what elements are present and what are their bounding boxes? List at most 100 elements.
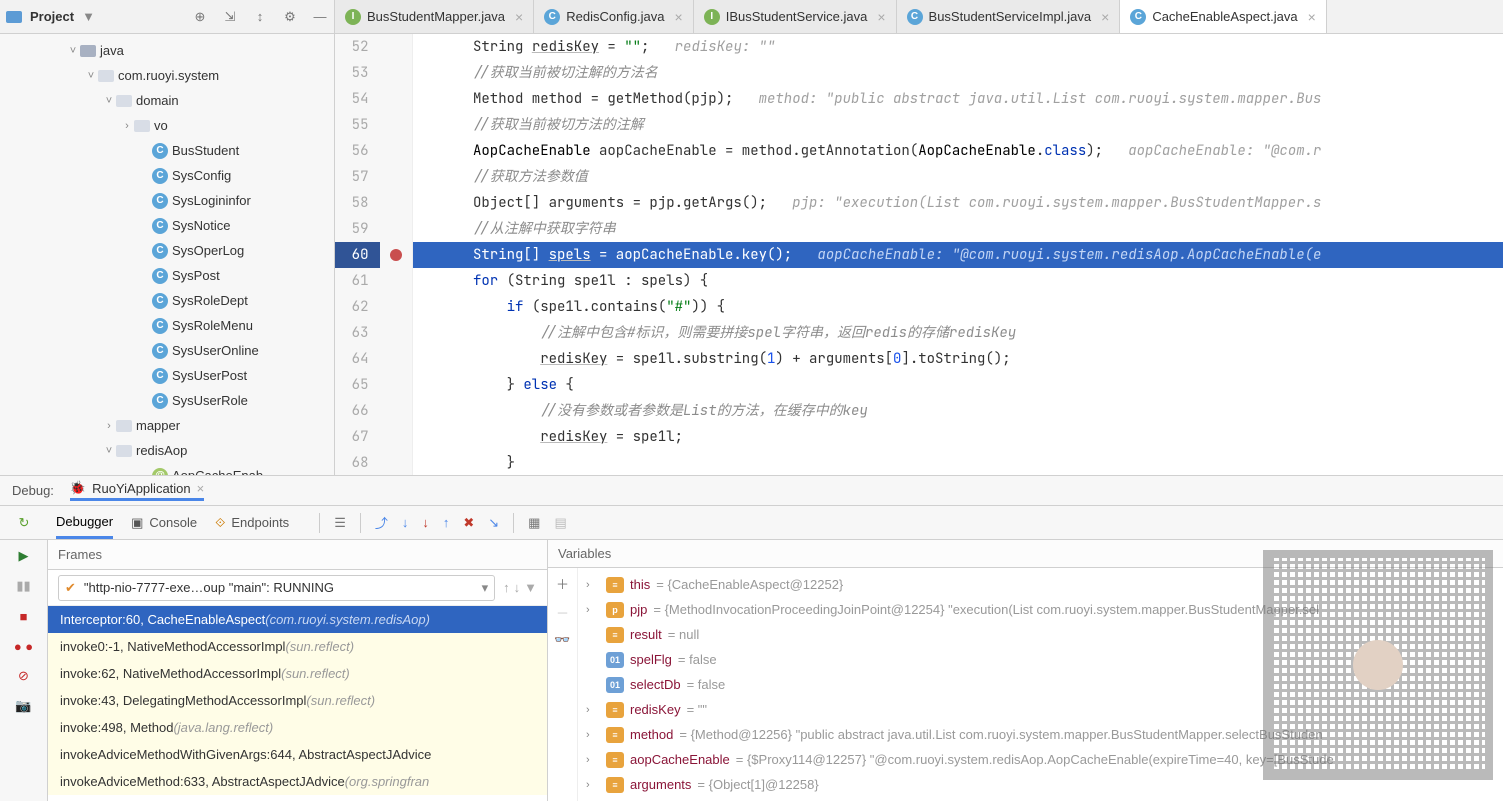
tree-item[interactable]: CSysRoleDept <box>0 288 334 313</box>
tree-item[interactable]: CSysUserRole <box>0 388 334 413</box>
code-line[interactable]: //获取当前被切注解的方法名 <box>413 60 1503 86</box>
close-icon[interactable]: × <box>197 481 205 496</box>
code-line[interactable]: redisKey = spe1l; <box>413 424 1503 450</box>
close-icon[interactable]: × <box>515 9 523 25</box>
tab-debugger[interactable]: Debugger <box>56 506 113 539</box>
code-line[interactable]: redisKey = spe1l.substring(1) + argument… <box>413 346 1503 372</box>
code-line[interactable]: //获取当前被切方法的注解 <box>413 112 1503 138</box>
editor-tab[interactable]: CBusStudentServiceImpl.java× <box>897 0 1121 33</box>
editor-tab[interactable]: IIBusStudentService.java× <box>694 0 897 33</box>
frame-row[interactable]: invoke:43, DelegatingMethodAccessorImpl … <box>48 687 547 714</box>
code-line[interactable]: AopCacheEnable aopCacheEnable = method.g… <box>413 138 1503 164</box>
code-line[interactable]: String redisKey = ""; redisKey: "" <box>413 34 1503 60</box>
tree-item[interactable]: ›mapper <box>0 413 334 438</box>
tree-item[interactable]: CSysUserOnline <box>0 338 334 363</box>
threads-icon[interactable]: ☰ <box>334 515 346 531</box>
project-tree[interactable]: ˅java˅com.ruoyi.system˅domain›voCBusStud… <box>0 34 334 475</box>
tree-item[interactable]: ›vo <box>0 113 334 138</box>
rerun-icon[interactable]: ↻ <box>0 506 48 540</box>
code-line[interactable]: //获取方法参数值 <box>413 164 1503 190</box>
glasses-icon[interactable]: 👓 <box>554 632 570 648</box>
tree-item[interactable]: @AopCacheEnab <box>0 463 334 475</box>
close-icon[interactable]: × <box>1101 9 1109 25</box>
frame-row[interactable]: Interceptor:60, CacheEnableAspect (com.r… <box>48 606 547 633</box>
code-line[interactable]: for (String spe1l : spels) { <box>413 268 1503 294</box>
breakpoints-icon[interactable]: ● ● <box>14 636 34 656</box>
editor-tab[interactable]: C RedisConfig.java × <box>534 0 693 33</box>
debug-tabs-row: ↻ Debugger ▣ Console ⟐ Endpoints ☰ <box>0 506 1503 540</box>
stop-icon[interactable]: ■ <box>14 606 34 626</box>
frame-row[interactable]: invoke:498, Method (java.lang.reflect) <box>48 714 547 741</box>
tree-label: SysUserOnline <box>172 343 259 358</box>
evaluate-icon[interactable]: ▦ <box>528 515 540 531</box>
collapse-icon[interactable]: ↕ <box>252 9 268 25</box>
tree-item[interactable]: ˅redisAop <box>0 438 334 463</box>
code-line[interactable]: //没有参数或者参数是List的方法，在缓存中的key <box>413 398 1503 424</box>
next-frame-icon[interactable]: ↓ <box>514 580 521 595</box>
tree-item[interactable]: CSysUserPost <box>0 363 334 388</box>
project-title[interactable]: Project <box>30 9 74 24</box>
code-line[interactable]: //注解中包含#标识，则需要拼接spel字符串，返回redis的存储redisK… <box>413 320 1503 346</box>
drop-frame-icon[interactable]: ✖ <box>463 515 474 531</box>
code-line[interactable]: } else { <box>413 372 1503 398</box>
class-icon: C <box>152 393 168 409</box>
tree-item[interactable]: CSysPost <box>0 263 334 288</box>
tree-item[interactable]: CSysRoleMenu <box>0 313 334 338</box>
pause-icon[interactable]: ▮▮ <box>14 576 34 596</box>
remove-watch-icon[interactable]: － <box>556 603 569 622</box>
tree-item[interactable]: CSysNotice <box>0 213 334 238</box>
close-icon[interactable]: × <box>675 9 683 25</box>
tree-item[interactable]: ˅java <box>0 38 334 63</box>
frame-row[interactable]: invoke:62, NativeMethodAccessorImpl (sun… <box>48 660 547 687</box>
locate-icon[interactable]: ⊕ <box>192 9 208 25</box>
run-to-cursor-icon[interactable]: ↘ <box>488 515 499 531</box>
chevron-down-icon[interactable]: ▼ <box>82 9 95 24</box>
code-line[interactable]: } <box>413 450 1503 475</box>
editor-tab[interactable]: CCacheEnableAspect.java× <box>1120 0 1326 33</box>
tab-label: RedisConfig.java <box>566 9 664 24</box>
tree-item[interactable]: CSysOperLog <box>0 238 334 263</box>
code-line[interactable]: if (spe1l.contains("#")) { <box>413 294 1503 320</box>
camera-icon[interactable]: 📷 <box>14 696 34 716</box>
code[interactable]: String redisKey = ""; redisKey: ""//获取当前… <box>413 34 1503 475</box>
expand-icon[interactable]: ⇲ <box>222 9 238 25</box>
add-watch-icon[interactable]: ＋ <box>556 574 569 593</box>
step-into-icon[interactable]: ↓ <box>402 515 409 530</box>
frame-row[interactable]: invoke0:-1, NativeMethodAccessorImpl (su… <box>48 633 547 660</box>
tree-item[interactable]: ˅com.ruoyi.system <box>0 63 334 88</box>
close-icon[interactable]: × <box>1308 9 1316 25</box>
filter-icon[interactable]: ▼ <box>524 580 537 595</box>
gutter[interactable]: 5253545556575859606162636465666768 <box>335 34 413 475</box>
tree-item[interactable]: CSysLogininfor <box>0 188 334 213</box>
class-icon: C <box>544 9 560 25</box>
trace-icon[interactable]: ▤ <box>554 515 566 531</box>
run-config[interactable]: 🐞 RuoYiApplication × <box>70 480 204 501</box>
prev-frame-icon[interactable]: ↑ <box>503 580 510 595</box>
thread-dropdown[interactable]: ✔ "http-nio-7777-exe…oup "main": RUNNING… <box>58 575 495 601</box>
resume-icon[interactable]: ▶ <box>14 546 34 566</box>
code-line[interactable]: Object[] arguments = pjp.getArgs(); pjp:… <box>413 190 1503 216</box>
editor-tab[interactable]: IBusStudentMapper.java× <box>335 0 534 33</box>
mute-bp-icon[interactable]: ⊘ <box>14 666 34 686</box>
tree-item[interactable]: CSysConfig <box>0 163 334 188</box>
code-line[interactable]: Method method = getMethod(pjp); method: … <box>413 86 1503 112</box>
frame-row[interactable]: invokeAdviceMethodWithGivenArgs:644, Abs… <box>48 741 547 768</box>
force-step-into-icon[interactable]: ↓ <box>422 515 429 530</box>
code-line[interactable]: //从注解中获取字符串 <box>413 216 1503 242</box>
hide-icon[interactable]: — <box>312 9 328 25</box>
tree-item[interactable]: ˅domain <box>0 88 334 113</box>
editor[interactable]: 5253545556575859606162636465666768 Strin… <box>335 34 1503 475</box>
code-line[interactable]: String[] spels = aopCacheEnable.key(); a… <box>413 242 1503 268</box>
step-over-icon[interactable]: ⤴ <box>375 513 388 532</box>
tree-label: SysPost <box>172 268 220 283</box>
tab-console[interactable]: ▣ Console <box>131 506 197 539</box>
step-out-icon[interactable]: ↑ <box>443 515 450 530</box>
frames-list[interactable]: Interceptor:60, CacheEnableAspect (com.r… <box>48 606 547 801</box>
gear-icon[interactable]: ⚙ <box>282 9 298 25</box>
console-tab-label: Console <box>149 515 197 530</box>
close-icon[interactable]: × <box>877 9 885 25</box>
chevron-down-icon[interactable]: ▾ <box>482 580 489 596</box>
tab-endpoints[interactable]: ⟐ Endpoints <box>215 506 289 539</box>
tree-item[interactable]: CBusStudent <box>0 138 334 163</box>
frame-row[interactable]: invokeAdviceMethod:633, AbstractAspectJA… <box>48 768 547 795</box>
